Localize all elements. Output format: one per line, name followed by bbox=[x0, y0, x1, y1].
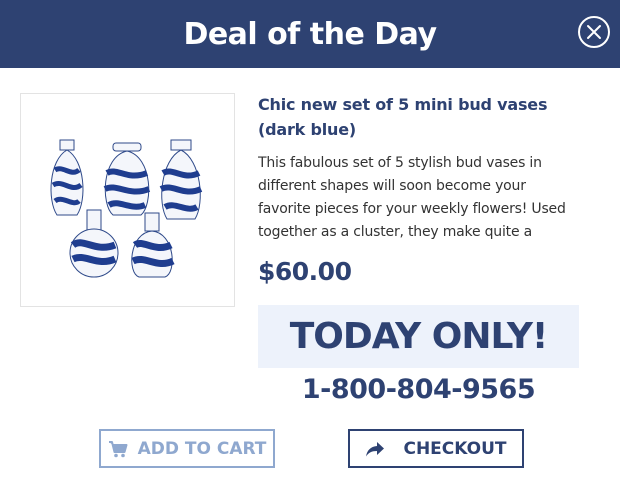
close-button[interactable] bbox=[578, 16, 610, 48]
add-to-cart-button[interactable]: ADD TO CART bbox=[99, 429, 275, 468]
today-only-banner: TODAY ONLY! bbox=[258, 305, 579, 368]
product-price: $60.00 bbox=[258, 257, 352, 286]
today-only-text: TODAY ONLY! bbox=[289, 316, 549, 357]
checkout-button[interactable]: CHECKOUT bbox=[348, 429, 524, 468]
modal-header: Deal of the Day bbox=[0, 0, 620, 68]
deal-modal: Deal of the Day Chic new set of 5 mini b… bbox=[0, 0, 620, 493]
add-to-cart-label: ADD TO CART bbox=[137, 438, 267, 459]
checkout-label: CHECKOUT bbox=[403, 438, 507, 459]
vase-back-middle bbox=[103, 142, 150, 216]
modal-title: Deal of the Day bbox=[183, 16, 437, 52]
cart-icon bbox=[108, 440, 128, 458]
product-image bbox=[20, 93, 235, 307]
vases-image bbox=[50, 139, 202, 278]
vase-back-left bbox=[50, 139, 83, 216]
product-title[interactable]: Chic new set of 5 mini bud vases (dark b… bbox=[258, 92, 558, 142]
phone-number[interactable]: 1-800-804-9565 bbox=[258, 374, 579, 405]
vase-back-right bbox=[159, 139, 202, 220]
vase-front-right bbox=[130, 212, 175, 278]
vase-front-left bbox=[69, 209, 118, 278]
share-arrow-icon bbox=[365, 440, 385, 458]
product-description: This fabulous set of 5 stylish bud vases… bbox=[258, 155, 566, 240]
close-icon bbox=[587, 25, 601, 39]
